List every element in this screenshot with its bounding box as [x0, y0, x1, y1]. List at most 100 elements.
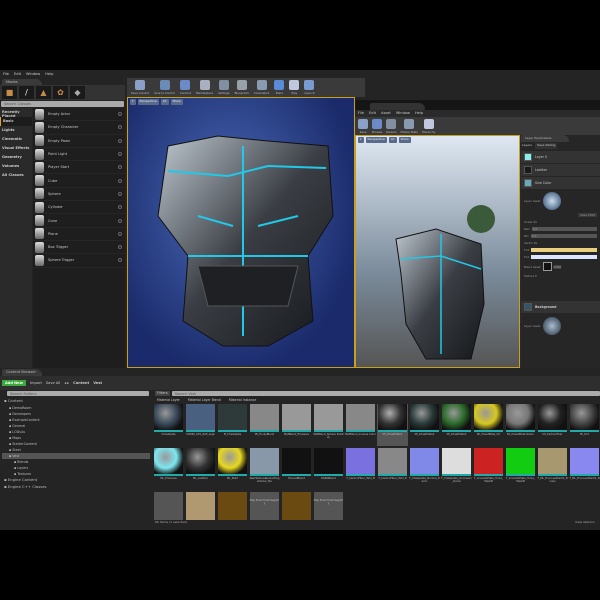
toolbar-settings-button[interactable]: Settings: [216, 80, 231, 95]
asset-tile[interactable]: T_ML_Fine Leather01_Brown: [537, 448, 568, 490]
editor-menu-edit[interactable]: Edit: [369, 110, 376, 117]
menu-edit[interactable]: Edit: [14, 72, 21, 79]
place-mode-icon[interactable]: ■: [2, 86, 17, 99]
info-icon[interactable]: [118, 218, 122, 223]
place-item[interactable]: Empty Actor: [33, 108, 125, 122]
editor-menu-file[interactable]: File: [358, 110, 364, 117]
viewport-options-button[interactable]: ▾: [130, 99, 136, 105]
place-item[interactable]: Point Light: [33, 148, 125, 162]
preview-viewport[interactable]: ▾ Perspective Lit Show: [355, 135, 520, 368]
category-cinematic[interactable]: Cinematic: [0, 135, 32, 144]
place-item[interactable]: Empty Character: [33, 121, 125, 135]
info-icon[interactable]: [118, 138, 122, 143]
info-icon[interactable]: [118, 125, 122, 130]
asset-tile[interactable]: MI_ChestPlate Demo: [505, 404, 536, 446]
menu-window[interactable]: Window: [26, 72, 40, 79]
asset-tile[interactable]: T_CarbonFiber_Twill_N: [345, 448, 376, 490]
level-viewport[interactable]: ▾ Perspective Lit Show: [127, 97, 355, 368]
import-button[interactable]: Import: [30, 381, 42, 385]
editor-mobile-stats-button[interactable]: Mobile Stats: [399, 119, 420, 134]
category-recently-placed[interactable]: Recently Placed: [0, 108, 32, 118]
filters-button[interactable]: Filters: [155, 391, 170, 396]
editor-menu-window[interactable]: Window: [396, 110, 410, 117]
perspective-button[interactable]: Perspective: [137, 99, 159, 105]
info-icon[interactable]: [118, 258, 122, 263]
editor-hierarchy-button[interactable]: Hierarchy: [420, 119, 438, 134]
layer-row[interactable]: Leather: [521, 164, 600, 176]
background-asset-thumbnail[interactable]: [543, 317, 562, 335]
asset-tile[interactable]: MI_ChestPlate1: [377, 404, 408, 446]
place-item[interactable]: Plane: [33, 228, 125, 241]
history-back-icon[interactable]: ◂ ▸: [64, 381, 69, 385]
asset-tile[interactable]: ML_Leather: [185, 448, 216, 490]
toolbar-content-button[interactable]: Content: [178, 80, 193, 95]
layer-row[interactable]: Layer 0: [521, 151, 600, 163]
preview-perspective-button[interactable]: Perspective: [365, 137, 387, 143]
blend-asset-name[interactable]: RGBA: [553, 264, 562, 269]
toolbar-source-control-button[interactable]: Source Control: [152, 80, 177, 95]
asset-tile[interactable]: MatBlend_Inverse Color: [345, 404, 376, 446]
asset-tile[interactable]: FannedBlend: [281, 448, 312, 490]
asset-tile[interactable]: T_CarbonFiber_Twill_R: [377, 448, 408, 490]
search-folders-input[interactable]: Search Folders: [7, 391, 149, 396]
asset-tile[interactable]: Map Build Data Registry: [249, 492, 280, 534]
foliage-mode-icon[interactable]: ✿: [53, 86, 68, 99]
asset-tile[interactable]: Chestplate: [153, 404, 184, 446]
paint-mode-icon[interactable]: /: [19, 86, 34, 99]
editor-browse-button[interactable]: Browse: [370, 119, 384, 134]
asset-tile[interactable]: [153, 492, 184, 534]
category-basic[interactable]: Basic: [0, 117, 32, 126]
category-all-classes[interactable]: All Classes: [0, 171, 32, 180]
min-field[interactable]: 0.0: [530, 234, 597, 238]
layer-row[interactable]: Background: [521, 301, 600, 313]
place-item[interactable]: Empty Pawn: [33, 135, 125, 148]
asset-tile[interactable]: T_ML_Fine Leather01_N: [569, 448, 600, 490]
folder-item[interactable]: ▪ Engine C++ Classes: [2, 484, 150, 491]
toolbar-play-button[interactable]: Play: [287, 80, 301, 95]
save-sibling-button[interactable]: Save Sibling: [534, 143, 558, 149]
info-icon[interactable]: [118, 245, 122, 250]
asset-tile[interactable]: [185, 492, 216, 534]
asset-tile[interactable]: MatBlend_Sphere Position: [313, 404, 344, 446]
place-item[interactable]: Cylinder: [33, 201, 125, 215]
asset-tile[interactable]: T_Chestplate_Occlusion_Demo: [441, 448, 472, 490]
toolbar-build-button[interactable]: Build: [272, 80, 286, 95]
asset-tile[interactable]: NewTextureRenderTargetCube_Tex: [249, 448, 280, 490]
asset-tile[interactable]: MI_ChestPlate3: [441, 404, 472, 446]
asset-tile[interactable]: M_Chestplate: [217, 404, 248, 446]
geometry-mode-icon[interactable]: ◆: [70, 86, 85, 99]
asset-tile[interactable]: MI_CarbonFiber: [537, 404, 568, 446]
toolbar-blueprints-button[interactable]: Blueprints: [233, 80, 251, 95]
info-icon[interactable]: [118, 191, 122, 196]
breadcrumb-vest[interactable]: Vest: [93, 381, 102, 385]
layer-row[interactable]: Sine Color: [521, 177, 600, 189]
asset-tile[interactable]: MatBlend_Emissive: [281, 404, 312, 446]
asset-tile[interactable]: T_GroutedPlate_Tonia_MaskB: [473, 448, 504, 490]
place-item[interactable]: Sphere Trigger: [33, 254, 125, 268]
toolbar-marketplace-button[interactable]: Marketplace: [194, 80, 215, 95]
filter-material-layer[interactable]: Material Layer: [157, 398, 180, 402]
info-icon[interactable]: [118, 178, 122, 183]
filter-material-layer-blend[interactable]: Material Layer Blend: [188, 398, 221, 402]
layer-asset-thumbnail[interactable]: [543, 192, 562, 210]
editor-tab[interactable]: [370, 103, 425, 110]
editor-menu-asset[interactable]: Asset: [381, 110, 391, 117]
asset-tile[interactable]: ML_Emissive: [153, 448, 184, 490]
preview-options-button[interactable]: ▾: [358, 137, 364, 143]
info-icon[interactable]: [118, 152, 122, 157]
asset-tile[interactable]: MI_ChestPlate_V2: [473, 404, 504, 446]
landscape-mode-icon[interactable]: ▲: [36, 86, 51, 99]
add-new-button[interactable]: Add New: [2, 380, 26, 386]
category-lights[interactable]: Lights: [0, 126, 32, 135]
place-item[interactable]: Box Trigger: [33, 241, 125, 255]
asset-tile[interactable]: RGBABlend: [313, 448, 344, 490]
place-item[interactable]: Cone: [33, 214, 125, 228]
lit-button[interactable]: Lit: [160, 99, 169, 105]
place-item[interactable]: Player Start: [33, 161, 125, 175]
editor-save-button[interactable]: Save: [356, 119, 370, 134]
info-icon[interactable]: [118, 165, 122, 170]
asset-tile[interactable]: MI_FunkyBlend: [249, 404, 280, 446]
filter-material-instance[interactable]: Material Instance: [229, 398, 257, 402]
show-button[interactable]: Show: [170, 99, 183, 105]
place-item[interactable]: Cube: [33, 174, 125, 188]
